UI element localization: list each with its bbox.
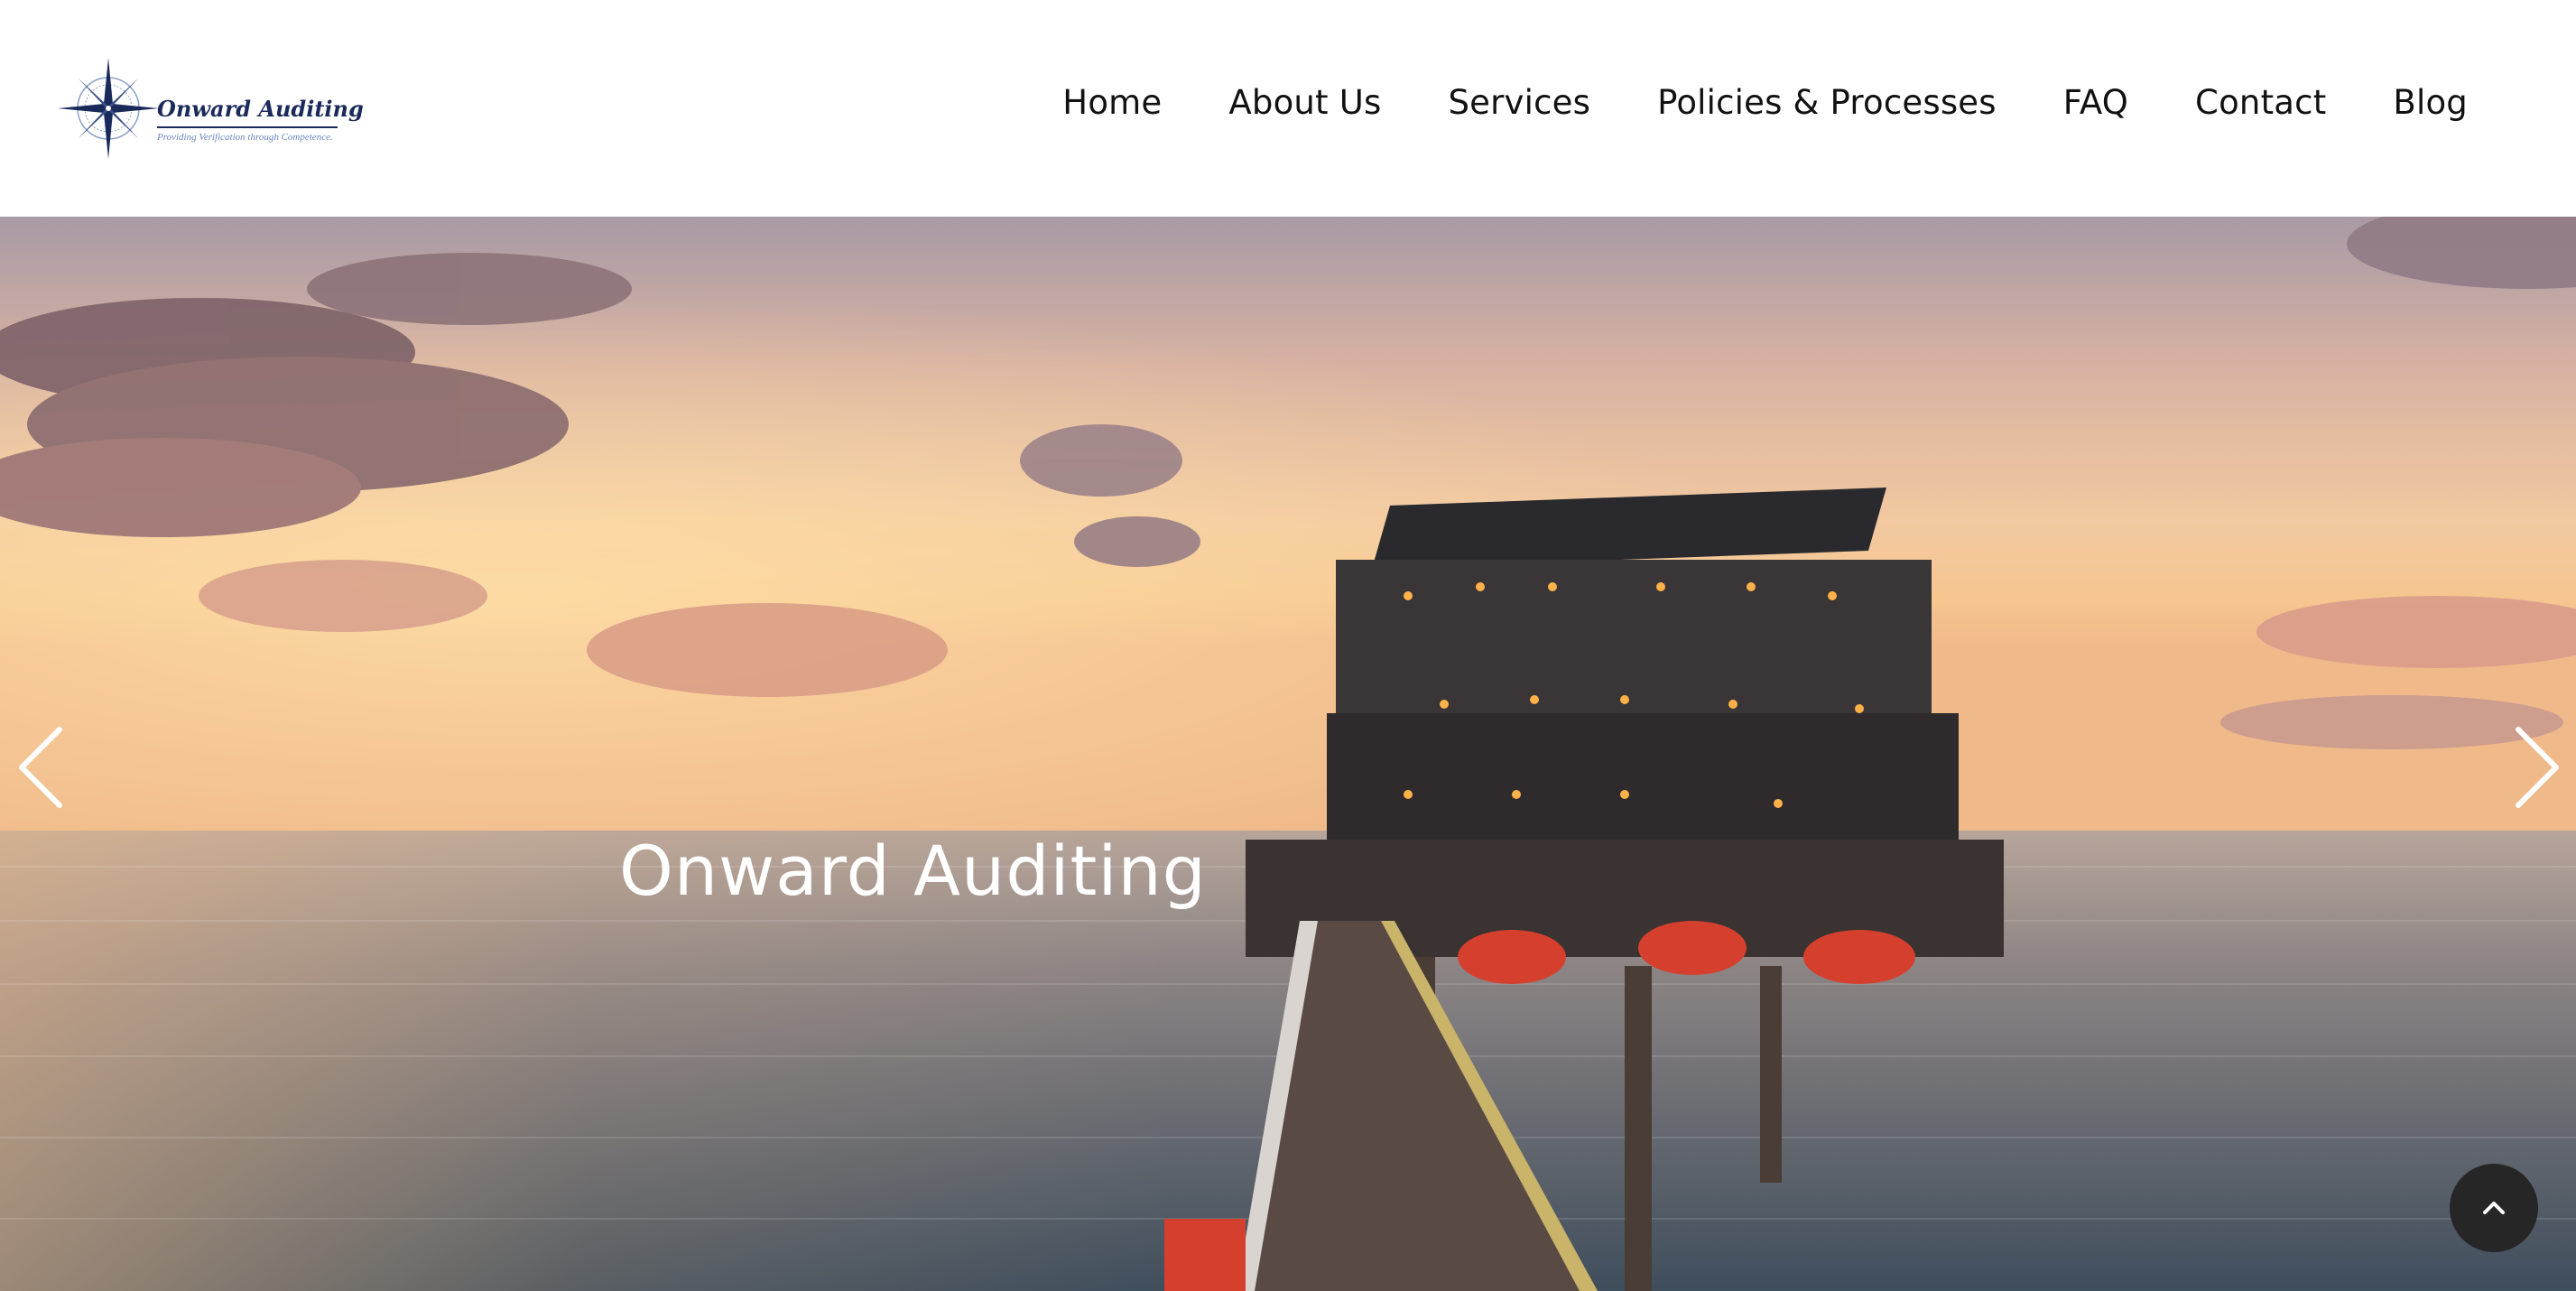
main-nav: Home About Us Services Policies & Proces… (1029, 83, 2468, 122)
nav-services[interactable]: Services (1415, 83, 1625, 122)
slider-prev-button[interactable] (14, 722, 69, 813)
nav-blog[interactable]: Blog (2359, 83, 2468, 122)
logo[interactable]: Onward Auditing Providing Verification t… (56, 56, 364, 161)
nav-contact[interactable]: Contact (2162, 83, 2359, 122)
hero-title: Onward Auditing (619, 831, 1207, 911)
slider-next-button[interactable] (2509, 722, 2563, 813)
back-to-top-button[interactable] (2450, 1164, 2538, 1252)
logo-underline (157, 126, 338, 128)
site-header: Onward Auditing Providing Verification t… (0, 0, 2576, 217)
chevron-up-icon (2483, 1202, 2505, 1214)
compass-rose-icon (58, 58, 159, 159)
hero-slider: Onward Auditing (0, 217, 2576, 1291)
chevron-left-icon (19, 727, 62, 808)
hero-image (0, 217, 2576, 1291)
page: Onward Auditing Providing Verification t… (0, 0, 2576, 1291)
chevron-right-icon (2516, 727, 2559, 808)
logo-name: Onward Auditing (157, 96, 364, 122)
nav-faq[interactable]: FAQ (2030, 83, 2162, 122)
logo-tagline: Providing Verification through Competenc… (157, 132, 333, 143)
nav-home[interactable]: Home (1029, 83, 1195, 122)
nav-policies-processes[interactable]: Policies & Processes (1624, 83, 2030, 122)
nav-about-us[interactable]: About Us (1195, 83, 1414, 122)
